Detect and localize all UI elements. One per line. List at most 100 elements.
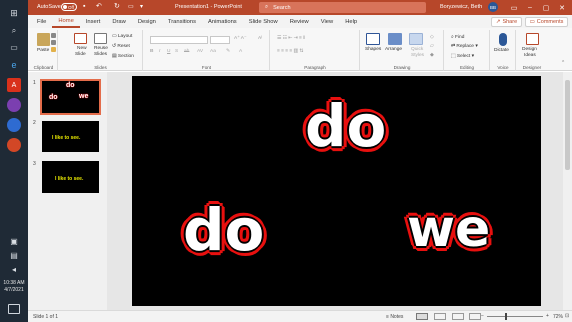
reuse-slides-icon[interactable] [94,33,107,44]
new-slide-label-2[interactable]: Slide [75,52,86,57]
design-ideas-label-2[interactable]: Ideas [524,53,536,58]
collapse-ribbon-icon[interactable]: ⌃ [561,61,565,66]
paste-icon[interactable] [37,33,50,46]
volume-icon[interactable]: ◂ [9,264,19,274]
network-icon[interactable]: ▤ [9,250,19,260]
design-ideas-label-1[interactable]: Design [522,47,537,52]
zoom-in-icon[interactable]: + [546,313,549,319]
tab-draw[interactable]: Draw [106,15,132,28]
paste-label[interactable]: Paste [37,48,49,53]
clock[interactable]: 10:38 AM 4/7/2021 [0,280,28,294]
customize-toolbar-icon[interactable]: ▾ [140,3,143,10]
search-box[interactable]: ⌕ Search [259,2,426,13]
edge-icon[interactable]: e [7,58,21,72]
character-spacing-icon[interactable]: AV [197,49,203,54]
current-slide[interactable]: do do we [132,76,541,306]
share-button[interactable]: ↗ Share [491,17,522,27]
bullets-icon[interactable]: ☰ ☷ ⇤ ⇥ ≡ ‖ [277,36,305,41]
reset-button[interactable]: ↺ Reset [112,44,130,49]
strikethrough-icon[interactable]: ab [184,49,189,54]
normal-view-icon[interactable] [416,313,428,320]
slide-word-we[interactable]: we [407,203,490,255]
font-color-icon[interactable]: A [239,49,242,54]
slide-word-do-top[interactable]: do [305,97,386,155]
notes-button[interactable]: ≡ Notes [386,314,403,320]
windows-start-icon[interactable]: ⊞ [7,6,21,20]
tab-insert[interactable]: Insert [80,15,107,28]
quick-styles-label-2[interactable]: Styles [411,53,424,58]
fit-to-window-icon[interactable]: ⊡ [565,313,569,319]
reuse-slides-label-2[interactable]: Slides [94,52,107,57]
reading-view-icon[interactable] [452,313,464,320]
zoom-level[interactable]: 72% [553,314,563,320]
tab-review[interactable]: Review [284,15,315,28]
select-button[interactable]: ⬚ Select ▾ [451,54,474,59]
maximize-icon[interactable]: ▢ [540,2,552,13]
dictate-label[interactable]: Dictate [494,48,509,53]
microphone-icon[interactable] [499,33,507,46]
autosave-toggle[interactable]: Off [61,3,77,11]
comments-button[interactable]: ▭ Comments [525,17,568,27]
slide-show-icon[interactable] [469,313,481,320]
clear-formatting-icon[interactable]: A̸ [258,36,261,41]
shapes-icon[interactable] [366,33,380,45]
bold-icon[interactable]: B [150,49,153,54]
section-button[interactable]: ▤ Section [112,54,134,59]
tab-file[interactable]: File [31,15,52,28]
zoom-slider-knob[interactable] [505,313,508,320]
underline-icon[interactable]: U [167,49,170,54]
tab-home[interactable]: Home [52,15,80,28]
start-from-beginning-icon[interactable]: ▭ [128,3,134,10]
avatar[interactable]: BB [488,2,498,12]
shape-fill-icon[interactable]: ◇ [430,35,434,40]
acrobat-icon[interactable]: A [7,78,21,92]
undo-icon[interactable]: ↶ [96,2,102,10]
notifications-icon[interactable] [8,304,20,314]
copy-icon[interactable] [51,40,56,45]
shape-outline-icon[interactable]: ▱ [430,44,434,49]
find-button[interactable]: ⌕ Find [451,34,464,40]
shape-effects-icon[interactable]: ◆ [430,53,434,58]
replace-button[interactable]: ⇄ Replace ▾ [451,44,478,49]
tab-slide-show[interactable]: Slide Show [243,15,284,28]
task-view-icon[interactable]: ▭ [9,42,19,52]
shadow-icon[interactable]: S [175,49,178,54]
tab-help[interactable]: Help [339,15,363,28]
arrange-label[interactable]: Arrange [385,47,402,52]
save-icon[interactable]: ▪ [83,3,85,10]
powerpoint-taskbar-icon[interactable] [7,138,21,152]
arrange-icon[interactable] [388,33,402,45]
close-icon[interactable]: ✕ [556,2,568,13]
quick-styles-label-1[interactable]: Quick [411,47,423,52]
font-name-box[interactable] [150,36,208,44]
tab-animations[interactable]: Animations [202,15,243,28]
slide-thumbnail-3[interactable]: I like to see. [42,161,99,193]
shapes-label[interactable]: Shapes [365,47,381,52]
highlight-icon[interactable]: ✎ [226,49,230,54]
font-size-box[interactable] [210,36,230,44]
ribbon-display-options-icon[interactable]: ▭ [508,2,520,13]
zoom-out-icon[interactable]: − [481,313,484,319]
new-slide-label-1[interactable]: New [77,46,87,51]
cut-icon[interactable] [51,33,56,38]
reuse-slides-label-1[interactable]: Reuse [94,46,108,51]
quick-styles-icon[interactable] [409,33,423,45]
zoom-slider[interactable] [487,316,543,317]
grow-font-icon[interactable]: A⁺ A⁻ [234,36,247,41]
app-icon[interactable] [7,98,21,112]
layout-button[interactable]: ▭ Layout [112,34,132,39]
teams-icon[interactable] [7,118,21,132]
design-ideas-icon[interactable] [526,33,539,45]
slide-sorter-icon[interactable] [434,313,446,320]
scrollbar-thumb[interactable] [565,80,570,170]
vertical-scrollbar[interactable] [563,72,572,310]
italic-icon[interactable]: I [159,49,160,54]
align-icons[interactable]: ≡ ≡ ≡ ≡ ▥ ⇅ [277,49,303,54]
change-case-icon[interactable]: Aa [210,49,216,54]
minimize-icon[interactable]: – [524,2,536,13]
search-icon[interactable]: ⌕ [9,26,19,36]
slide-word-do-bottom[interactable]: do [183,201,264,259]
tab-view[interactable]: View [315,15,339,28]
new-slide-icon[interactable] [74,33,87,44]
redo-icon[interactable]: ↻ [114,2,120,10]
